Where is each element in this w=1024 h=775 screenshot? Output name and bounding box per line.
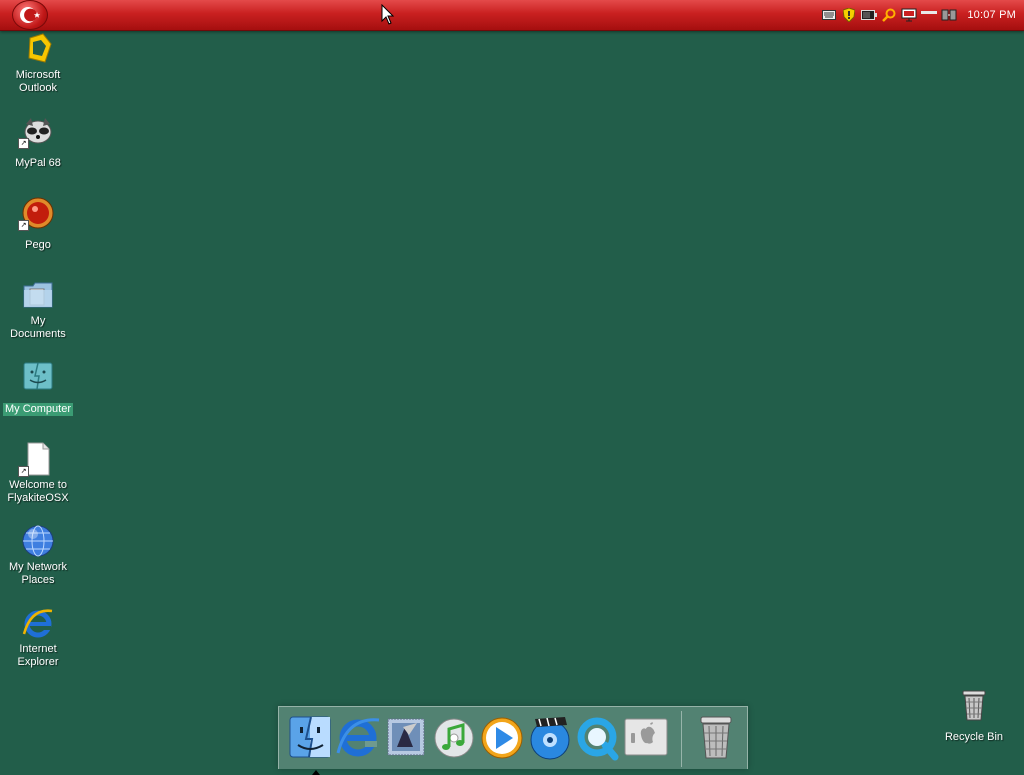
system-tray: 10:07 PM	[817, 0, 1024, 30]
quicktime-icon	[577, 717, 619, 761]
media-player-icon	[481, 717, 523, 759]
desktop-icon-welcome[interactable]: ↗ Welcome to FlyakiteOSX	[0, 442, 76, 505]
mypal-icon: ↗	[18, 114, 55, 149]
itunes-icon	[434, 718, 474, 758]
desktop-icon-my-network-places[interactable]: My Network Places	[0, 524, 76, 587]
dock	[278, 706, 748, 775]
desktop-icon-label: Internet Explorer	[17, 643, 59, 668]
shortcut-arrow-icon: ↗	[18, 138, 29, 149]
desktop-icon-label: My Network Places	[8, 561, 68, 586]
monitor-icon[interactable]	[901, 7, 917, 23]
computer-icon	[21, 360, 55, 394]
dock-item-internet-explorer[interactable]	[335, 713, 381, 761]
trash-icon	[700, 716, 732, 759]
desktop-icon-label: Microsoft Outlook	[15, 69, 61, 94]
desktop-icon-recycle-bin[interactable]: Recycle Bin	[936, 688, 1012, 744]
shortcut-arrow-icon: ↗	[18, 220, 29, 231]
desktop-icon-my-computer[interactable]: My Computer	[0, 360, 76, 416]
start-button[interactable]	[12, 0, 48, 30]
dock-item-finder[interactable]	[287, 713, 333, 775]
dock-item-trash[interactable]	[693, 713, 739, 761]
minimize-icon[interactable]	[921, 7, 938, 23]
running-indicator	[312, 770, 320, 775]
dock-item-quicktime[interactable]	[575, 713, 621, 761]
dock-item-system-preferences[interactable]	[623, 713, 669, 761]
desktop-icon-my-documents[interactable]: My Documents	[0, 278, 76, 341]
recycle-bin-icon	[957, 688, 991, 722]
shortcut-arrow-icon: ↗	[18, 466, 29, 477]
menu-bar: 10:07 PM	[0, 0, 1024, 31]
document-icon: ↗	[18, 442, 55, 477]
mouse-cursor-icon	[381, 4, 395, 25]
turkish-flag-icon	[20, 7, 41, 23]
desktop-icon-label: My Documents	[10, 315, 66, 340]
clock[interactable]: 10:07 PM	[967, 9, 1016, 21]
dock-item-itunes[interactable]	[431, 713, 477, 761]
dock-item-mail[interactable]	[383, 713, 429, 761]
battery-icon[interactable]	[861, 7, 878, 23]
shield-icon[interactable]	[841, 7, 857, 23]
network-icon[interactable]	[941, 7, 957, 23]
outlook-icon	[21, 32, 55, 66]
internet-explorer-icon	[336, 718, 380, 757]
documents-folder-icon	[21, 278, 55, 312]
desktop-icon-label: Pego	[25, 239, 51, 251]
desktop-icon-pego[interactable]: ↗ Pego	[0, 196, 76, 252]
search-icon[interactable]	[881, 7, 897, 23]
dock-item-dvd-player[interactable]	[527, 713, 573, 761]
finder-icon	[289, 716, 331, 758]
system-preferences-icon	[624, 718, 668, 756]
dock-separator	[681, 711, 682, 767]
desktop-icon-label: Recycle Bin	[944, 731, 1004, 743]
desktop-icon-mypal[interactable]: ↗ MyPal 68	[0, 114, 76, 170]
desktop-icon-microsoft-outlook[interactable]: Microsoft Outlook	[0, 32, 76, 95]
desktop-icon-label: MyPal 68	[15, 157, 61, 169]
mail-icon	[387, 718, 425, 756]
desktop-icon-label: My Computer	[2, 403, 74, 416]
internet-explorer-icon	[21, 606, 55, 640]
desktop-icon-label: Welcome to FlyakiteOSX	[7, 479, 69, 504]
network-places-icon	[21, 524, 55, 558]
pego-icon: ↗	[18, 196, 55, 231]
dvd-player-icon	[530, 717, 570, 760]
desktop-icon-internet-explorer[interactable]: Internet Explorer	[0, 606, 76, 669]
dock-item-media-player[interactable]	[479, 713, 525, 761]
keyboard-icon[interactable]	[821, 7, 837, 23]
